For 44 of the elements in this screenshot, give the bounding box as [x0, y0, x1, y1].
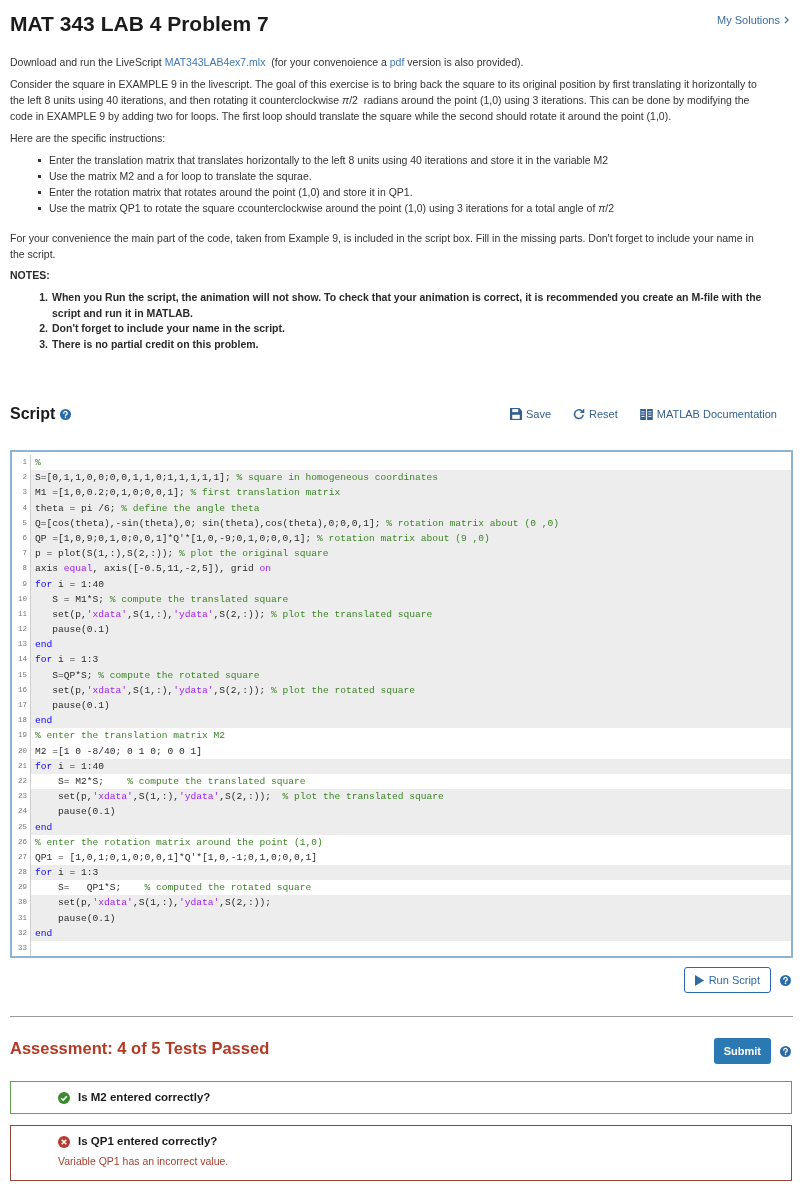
check-icon [58, 1091, 70, 1104]
note-text: Don't forget to include your name in the script. [52, 321, 285, 336]
code-editor[interactable] [10, 450, 793, 959]
help-icon[interactable] [60, 408, 72, 420]
chevron-icon [784, 16, 789, 24]
reset-icon [573, 408, 585, 420]
play-icon [694, 974, 704, 986]
list-number: 3. [38, 336, 48, 352]
my-solutions-link[interactable]: My Solutions [717, 14, 789, 26]
error-icon [58, 1135, 70, 1148]
paragraph: Download and run the LiveScript MAT343LAB4ex7.mlx (for your convenoience a pdf version is also provided). [10, 55, 525, 70]
bullet-icon [38, 158, 41, 162]
submit-button[interactable]: Submit [713, 1038, 771, 1065]
instruction-text: Use the matrix QP1 to rotate the square ccounterclockwise around the point (1,0) using 3 iterations for a total angle of π/2 [49, 201, 615, 216]
notes-heading: NOTES: [10, 268, 51, 283]
assessment-title: Assessment: 4 of 5 Tests Passed [10, 1038, 270, 1060]
test-title: Is M2 entered correctly? [78, 1090, 211, 1106]
paragraph: Consider the square in EXAMPLE 9 in the livescript. The goal of this exercise is to bring back the square to its original position by first translating it horizontally to the left 8 units using 40 iterations, and then rotating it counterclockwise π/2 radians around the point (1,0) using 3 iterations. This can be done by modifying the code in EXAMPLE 9 by adding two for loops. The first loop should translate the square while the second should rotate it around the point (1,0). [10, 77, 758, 124]
section-title: Script [10, 404, 56, 424]
bullet-icon [38, 206, 41, 210]
note-text: There is no partial credit on this problem. [52, 336, 259, 352]
test-title: Is QP1 entered correctly? [78, 1134, 218, 1150]
list-number: 1. [38, 290, 48, 305]
file-link[interactable]: MAT343LAB4ex7.mlx [164, 56, 266, 68]
help-icon[interactable] [780, 974, 791, 986]
reset-button[interactable]: Reset [573, 408, 618, 420]
instruction-text: Enter the translation matrix that translates horizontally to the left 8 units using 40 iterations and store it in the variable M2 [49, 153, 609, 168]
error-message: Variable QP1 has an incorrect value. [58, 1154, 230, 1169]
list-number: 2. [38, 321, 48, 336]
run-script-button[interactable]: Run Script [683, 967, 771, 994]
help-icon[interactable] [780, 1045, 791, 1057]
save-button[interactable]: Save [509, 408, 551, 420]
instruction-text: Enter the rotation matrix that rotates around the point (1,0) and store it in QP1. [49, 185, 413, 200]
page-title: MAT 343 LAB 4 Problem 7 [10, 11, 269, 37]
paragraph: Here are the specific instructions: [10, 131, 167, 146]
file-link[interactable]: pdf [389, 56, 405, 68]
instruction-text: Use the matrix M2 and a for loop to translate the squrae. [49, 169, 312, 184]
paragraph: For your convenience the main part of the code, taken from Example 9, is included in the script box. Fill in the missing parts. Don't forget to include your name in the script. [10, 231, 755, 262]
bullet-icon [38, 174, 41, 178]
note-text: When you Run the script, the animation will not show. To check that your animation is correct, it is recommended you create an M-file with the script and run it in MATLAB. [52, 290, 763, 321]
save-icon [509, 408, 522, 420]
documentation-link[interactable]: MATLAB Documentation [639, 408, 777, 420]
bullet-icon [38, 190, 41, 194]
book-icon [639, 408, 653, 420]
